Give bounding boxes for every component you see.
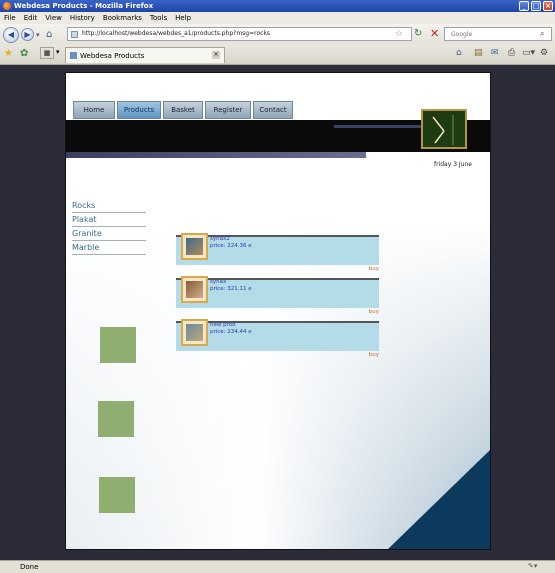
menu-view[interactable]: View xyxy=(41,12,66,24)
minimize-button[interactable]: _ xyxy=(519,1,529,11)
tab-favicon-icon xyxy=(70,52,77,59)
forward-button[interactable]: ▶ xyxy=(21,28,34,41)
mail-icon[interactable]: ✉ xyxy=(491,48,499,58)
browser-tab[interactable]: Webdesa Products × xyxy=(65,47,225,63)
product-card: synax2 price: 224.36 e buy xyxy=(176,233,379,275)
category-granite[interactable]: Granite xyxy=(72,227,146,241)
date-text: friday 3 June xyxy=(434,161,472,168)
buy-link[interactable]: buy xyxy=(369,352,379,358)
back-button[interactable]: ◀ xyxy=(3,27,19,43)
tab-list-icon[interactable]: ▾ xyxy=(56,48,60,56)
tab-close-icon[interactable]: × xyxy=(212,51,220,59)
page-icon xyxy=(71,31,78,38)
window-title: Webdesa Products - Mozilla Firefox xyxy=(14,2,154,10)
menu-bookmarks[interactable]: Bookmarks xyxy=(99,12,146,24)
status-bar: Done ✎▾ xyxy=(0,560,555,573)
header-stripe xyxy=(66,152,366,158)
nav-products[interactable]: Products xyxy=(117,101,161,119)
title-bar: Webdesa Products - Mozilla Firefox _ □ × xyxy=(0,0,555,12)
search-input[interactable] xyxy=(449,30,533,39)
home-toolbar-icon[interactable]: ⌂ xyxy=(456,48,462,58)
menu-edit[interactable]: Edit xyxy=(20,12,42,24)
menu-file[interactable]: File xyxy=(0,12,20,24)
stop-icon[interactable]: ✕ xyxy=(430,27,439,40)
history-dropdown-icon[interactable]: ▾ xyxy=(36,31,40,39)
clock-hands-icon xyxy=(432,115,454,145)
address-bar[interactable]: http://localhost/webdesa/webdes_a1/produ… xyxy=(67,27,412,41)
decorative-square xyxy=(98,401,134,437)
home-icon[interactable]: ⌂ xyxy=(46,29,52,40)
product-name[interactable]: synax2 xyxy=(210,236,230,242)
buy-link[interactable]: buy xyxy=(369,266,379,272)
page-content: Home Products Basket Register Contact fr… xyxy=(65,72,491,550)
product-name[interactable]: new prod xyxy=(210,322,236,328)
nav-contact[interactable]: Contact xyxy=(253,101,293,119)
product-name[interactable]: synax xyxy=(210,279,226,285)
product-price: price: 224.36 e xyxy=(210,243,252,249)
menu-help[interactable]: Help xyxy=(171,12,195,24)
clock-widget xyxy=(421,109,467,149)
subscribe-icon[interactable]: ✿ xyxy=(20,48,28,59)
nav-home[interactable]: Home xyxy=(73,101,115,119)
tab-grid-icon[interactable]: ▦ xyxy=(40,47,54,59)
search-box[interactable]: ⌕ xyxy=(444,27,552,41)
decorative-square xyxy=(100,327,136,363)
category-marble[interactable]: Marble xyxy=(72,241,146,255)
search-icon[interactable]: ⌕ xyxy=(540,29,544,39)
url-text: http://localhost/webdesa/webdes_a1/produ… xyxy=(82,30,271,37)
feed-icon[interactable]: ▤ xyxy=(474,48,483,58)
firefox-icon xyxy=(3,2,11,10)
product-card: new prod price: 234.44 e buy xyxy=(176,319,379,361)
product-price: price: 321.11 e xyxy=(210,286,252,292)
category-plakat[interactable]: Plakat xyxy=(72,213,146,227)
category-rocks[interactable]: Rocks xyxy=(72,199,146,213)
print-icon[interactable]: ⎙ xyxy=(508,48,515,58)
corner-decoration xyxy=(386,448,490,549)
menu-tools[interactable]: Tools xyxy=(146,12,171,24)
reload-icon[interactable]: ↻ xyxy=(414,28,422,39)
product-price: price: 234.44 e xyxy=(210,329,252,335)
close-window-button[interactable]: × xyxy=(543,1,553,11)
product-thumbnail[interactable] xyxy=(181,319,208,346)
nav-basket[interactable]: Basket xyxy=(163,101,203,119)
status-tool-icon[interactable]: ✎▾ xyxy=(528,562,537,570)
buy-link[interactable]: buy xyxy=(369,309,379,315)
product-thumbnail[interactable] xyxy=(181,233,208,260)
maximize-button[interactable]: □ xyxy=(531,1,541,11)
decorative-square xyxy=(99,477,135,513)
menu-history[interactable]: History xyxy=(66,12,99,24)
nav-register[interactable]: Register xyxy=(205,101,251,119)
status-text: Done xyxy=(20,563,39,571)
product-thumbnail[interactable] xyxy=(181,276,208,303)
product-card: synax price: 321.11 e buy xyxy=(176,276,379,318)
gear-icon[interactable]: ⚙ xyxy=(540,48,548,58)
page-icon[interactable]: ▭▾ xyxy=(522,48,535,58)
bookmark-star-icon[interactable]: ☆ xyxy=(395,29,403,39)
tab-label: Webdesa Products xyxy=(80,52,145,60)
bookmark-star-icon[interactable]: ★ xyxy=(4,48,13,59)
